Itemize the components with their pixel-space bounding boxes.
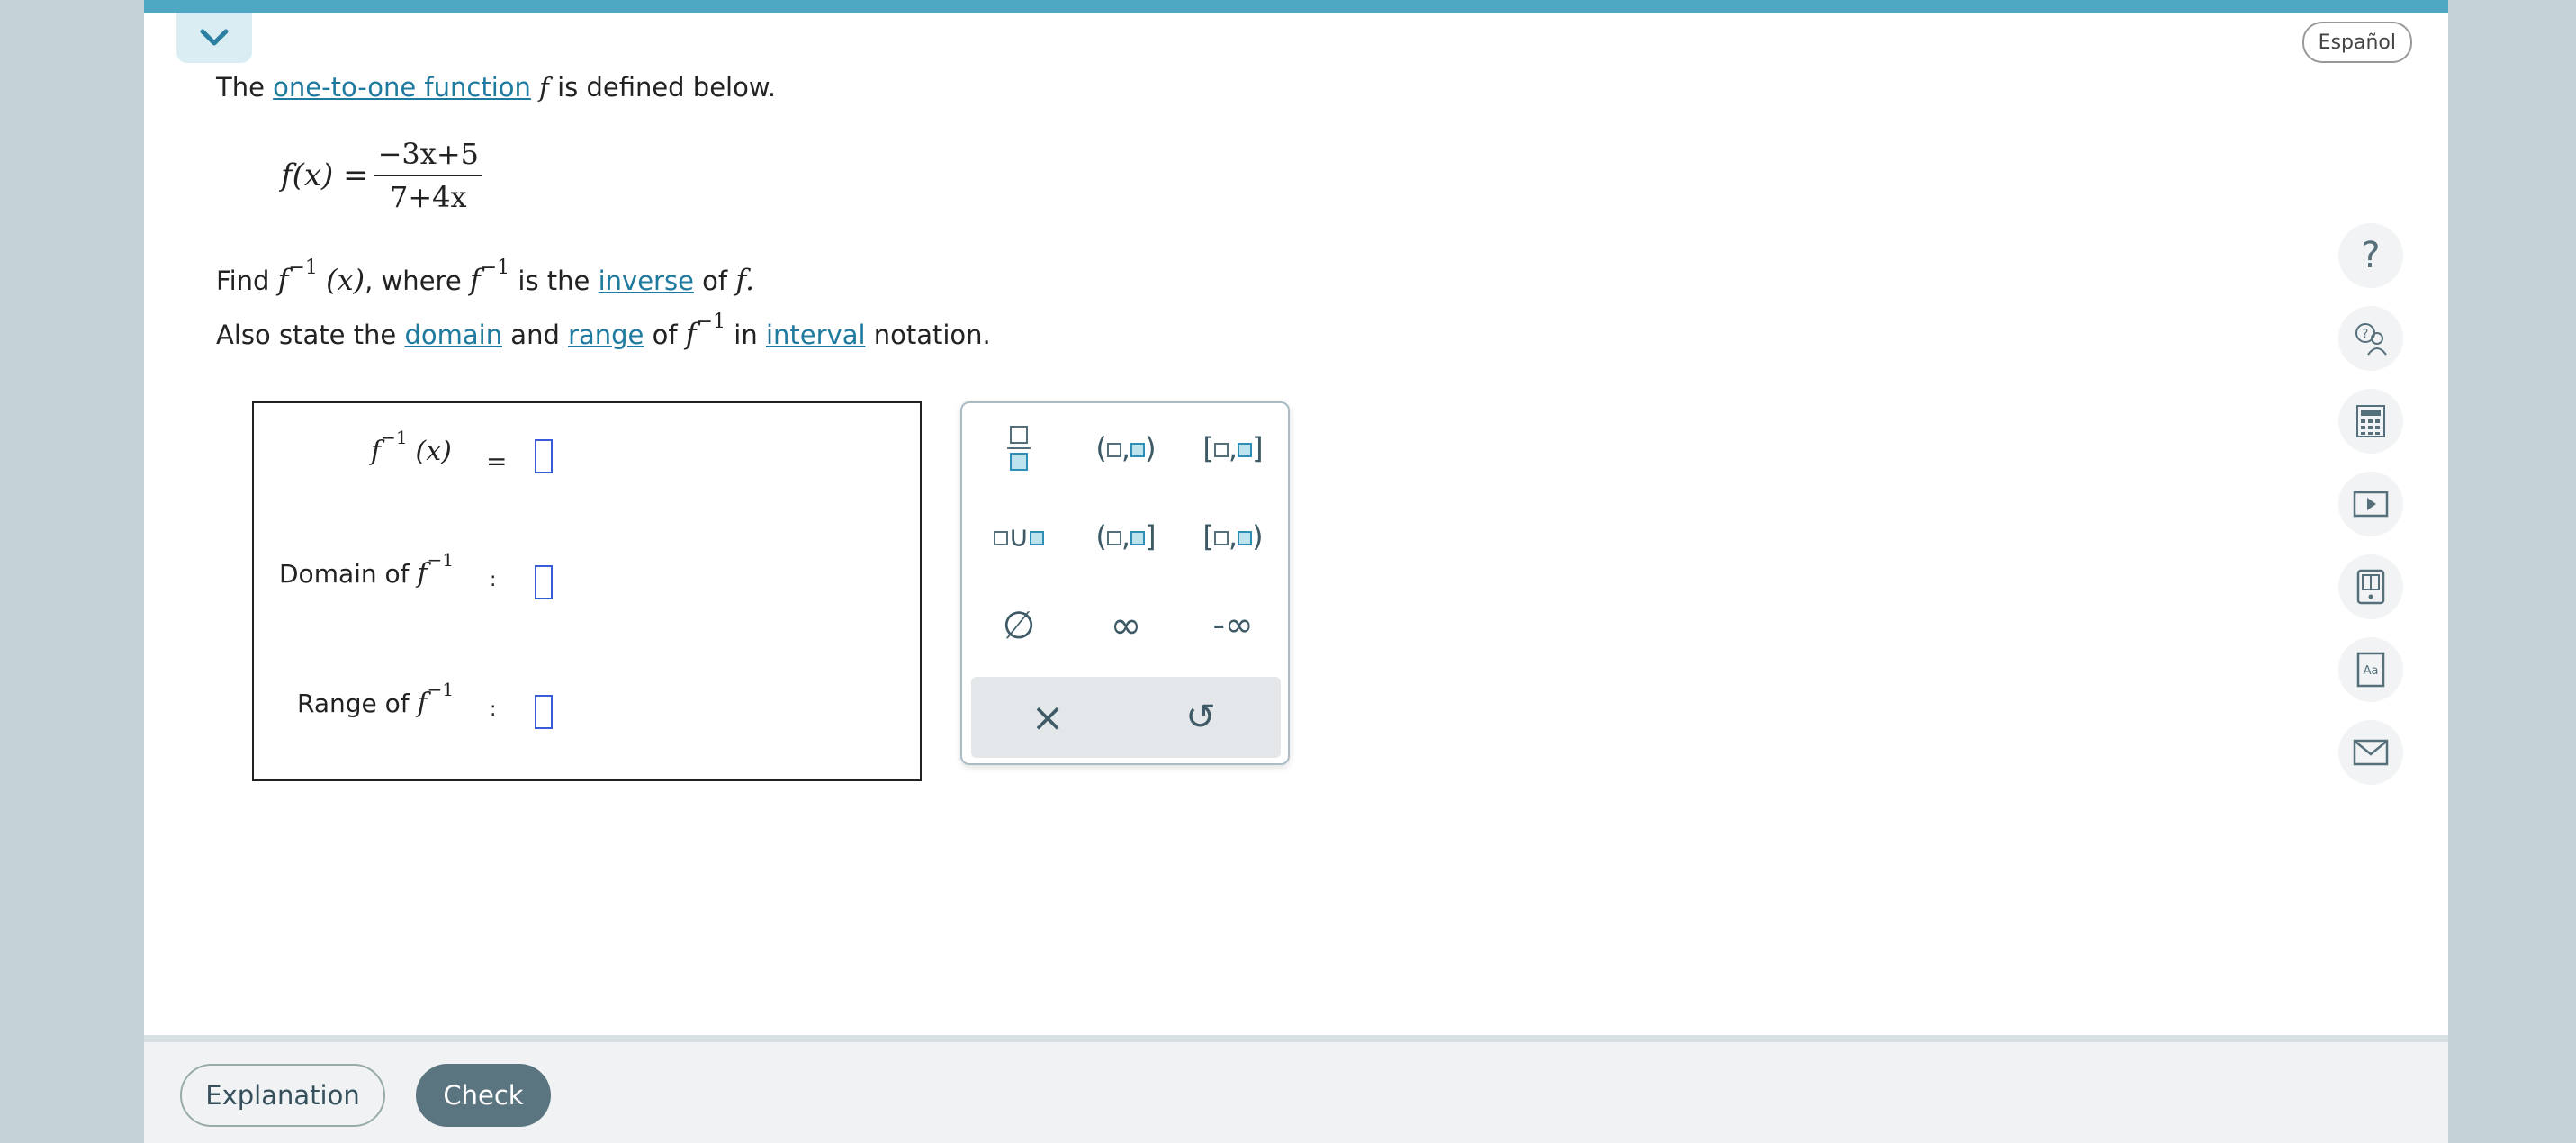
ask-instructor-button[interactable]: ? (2338, 306, 2403, 371)
range-link[interactable]: range (568, 320, 644, 350)
row2-label: Domain of (279, 559, 410, 589)
answer-box: f−1 (x) = Domain of f−1 : Range of f−1 : (252, 401, 922, 781)
question-icon: ? (2361, 235, 2381, 276)
equals-sign: = (486, 446, 508, 476)
help-button[interactable]: ? (2338, 223, 2403, 288)
domain-input[interactable] (535, 565, 553, 599)
ask-person-icon: ? (2355, 323, 2387, 356)
function-definition: f(x) = −3x+5 7+4x (281, 137, 482, 214)
inverse-input[interactable] (535, 439, 553, 473)
message-button[interactable] (2338, 720, 2403, 785)
intro-rest: is defined below. (557, 72, 777, 103)
empty-set-button[interactable]: ∅ (969, 589, 1068, 661)
intro-line: The one-to-one function f is defined bel… (216, 72, 776, 103)
domain-colon: : (490, 569, 497, 591)
range-row-label: Range of f−1 (297, 679, 454, 719)
find-word: Find (216, 266, 270, 296)
dictionary-icon: Aa (2356, 652, 2385, 688)
interval-link[interactable]: interval (766, 320, 866, 350)
svg-text:?: ? (2363, 328, 2369, 341)
row1-arg: (x) (415, 436, 452, 467)
also-and: and (510, 320, 560, 350)
also-line: Also state the domain and range of f−1 i… (216, 310, 991, 351)
svg-text:Aa: Aa (2364, 664, 2379, 678)
find-arg: (x) (326, 263, 365, 297)
open-interval-button[interactable]: (,) (1076, 412, 1175, 484)
also-of: of (652, 320, 678, 350)
explanation-button[interactable]: Explanation (180, 1064, 385, 1127)
union-symbol: ∪ (1008, 519, 1030, 554)
footer-bar: Explanation Check (144, 1035, 2448, 1143)
row3-f: f (417, 688, 428, 719)
find-of: of (702, 266, 728, 296)
one-to-one-function-link[interactable]: one-to-one function (273, 72, 531, 103)
also-sup: −1 (696, 310, 726, 333)
language-button[interactable]: Español (2301, 22, 2412, 63)
half-open-right-button[interactable]: (,] (1076, 500, 1175, 572)
textbook-button[interactable] (2338, 554, 2403, 619)
closed-interval-icon: [,] (1202, 431, 1264, 465)
half-open-left-icon: [,) (1202, 519, 1264, 554)
collapse-button[interactable] (176, 13, 252, 63)
find-sup: −1 (288, 256, 318, 279)
range-colon: : (490, 698, 497, 721)
intro-var: f (539, 72, 549, 103)
find-f3: f. (735, 263, 755, 297)
check-button[interactable]: Check (416, 1064, 551, 1127)
domain-link[interactable]: domain (404, 320, 502, 350)
half-open-left-button[interactable]: [,) (1184, 500, 1283, 572)
definition-fraction: −3x+5 7+4x (374, 137, 482, 214)
inverse-row-label: f−1 (x) (371, 427, 452, 467)
ebook-icon (2356, 569, 2385, 605)
definition-lhs: f(x) = (281, 158, 369, 194)
math-palette: (,) [,] ∪ (,] [,) ∅ ∞ -∞ × ↺ (960, 401, 1290, 765)
top-bar (144, 0, 2448, 13)
glossary-button[interactable]: Aa (2338, 637, 2403, 702)
find-is-the: is the (518, 266, 590, 296)
chevron-down-icon (200, 29, 229, 46)
union-button[interactable]: ∪ (969, 500, 1068, 572)
negative-infinity-button[interactable]: -∞ (1184, 589, 1283, 661)
clear-button[interactable]: × (998, 681, 1097, 753)
video-button[interactable] (2338, 472, 2403, 536)
find-sup2: −1 (480, 256, 510, 279)
intro-the: The (216, 72, 265, 103)
row3-label: Range of (297, 688, 410, 718)
row1-sup: −1 (381, 427, 408, 448)
calculator-button[interactable] (2338, 389, 2403, 454)
infinity-button[interactable]: ∞ (1076, 589, 1175, 661)
also-text: Also state the (216, 320, 397, 350)
also-notation: notation. (873, 320, 991, 350)
find-where: , where (365, 266, 462, 296)
page: Español The one-to-one function f is def… (144, 0, 2448, 1143)
domain-row-label: Domain of f−1 (279, 549, 454, 590)
row3-sup: −1 (427, 679, 455, 700)
inverse-link[interactable]: inverse (599, 266, 694, 296)
find-f: f (277, 263, 289, 297)
definition-numerator: −3x+5 (374, 137, 482, 176)
fraction-icon (1007, 426, 1031, 471)
find-f2: f (469, 263, 481, 297)
fraction-button[interactable] (969, 412, 1068, 484)
row1-f: f (371, 436, 382, 467)
calculator-icon (2356, 405, 2385, 437)
open-interval-icon: (,) (1095, 431, 1157, 465)
range-input[interactable] (535, 695, 553, 729)
closed-interval-button[interactable]: [,] (1184, 412, 1283, 484)
union-icon: ∪ (994, 519, 1044, 554)
play-video-icon (2353, 490, 2389, 518)
palette-action-tray: × ↺ (971, 677, 1281, 758)
envelope-icon (2353, 739, 2389, 766)
also-in: in (734, 320, 758, 350)
half-open-right-icon: (,] (1095, 519, 1157, 554)
row2-f: f (417, 558, 428, 590)
row2-sup: −1 (427, 549, 455, 571)
undo-button[interactable]: ↺ (1151, 681, 1250, 753)
find-line: Find f−1 (x), where f−1 is the inverse o… (216, 256, 755, 297)
also-f: f (685, 317, 697, 351)
definition-denominator: 7+4x (390, 180, 467, 214)
